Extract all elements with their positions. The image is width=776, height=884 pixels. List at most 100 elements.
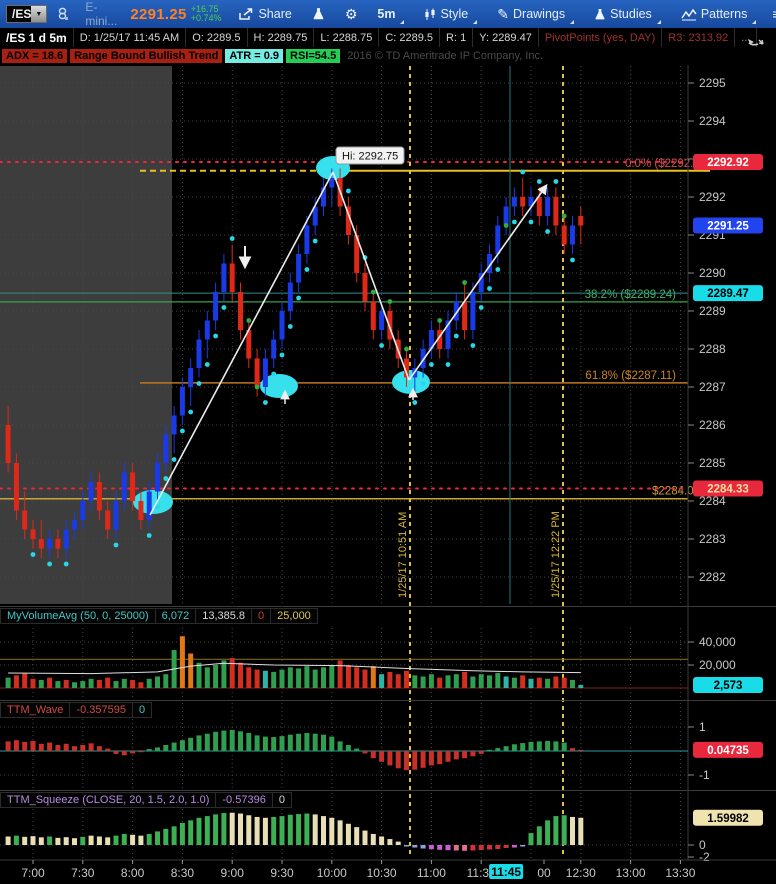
share-button[interactable]: Share [231,0,298,28]
svg-text:11:45: 11:45 [491,865,521,879]
vline-timestamp: 1/25/17 12:22 PM [550,511,562,598]
svg-text:00: 00 [537,866,551,880]
svg-text:1: 1 [699,720,706,734]
timeframe-dropdown[interactable]: 5m [370,0,411,28]
wave-study-label[interactable]: TTM_Wave [0,702,70,718]
svg-text:10:00: 10:00 [317,866,347,880]
svg-text:13:00: 13:00 [616,866,646,880]
gear-icon: ⚙ [345,7,358,21]
svg-text:2288: 2288 [699,342,726,356]
wave-value-2: 0 [132,702,152,718]
top-toolbar: /ES ▼ E-mini... 2291.25 +16.75 +0.74% [0,0,776,28]
svg-text:13:30: 13:30 [665,866,695,880]
study-chip-row: ADX = 18.6 Range Bound Bullish Trend ATR… [0,47,776,65]
vline-timestamp: 1/25/17 10:51 AM [397,512,409,598]
field-close: C: 2289.5 [379,28,440,47]
svg-text:2291.25: 2291.25 [707,221,749,233]
dropdown-caret [657,20,661,24]
svg-text:10:30: 10:30 [367,866,397,880]
chart-data-header: /ES 1 d 5m D: 1/25/17 11:45 AM O: 2289.5… [0,28,776,47]
svg-text:0.04735: 0.04735 [707,745,749,757]
field-date: D: 1/25/17 11:45 AM [74,28,186,47]
svg-text:8:00: 8:00 [121,866,145,880]
symbol-dropdown-caret[interactable]: ▼ [31,6,46,22]
svg-text:2292.92: 2292.92 [707,157,749,169]
volume-study-header: MyVolumeAvg (50, 0, 25000) 6,072 13,385.… [1,608,318,624]
volume-value-3: 0 [251,608,271,624]
adx-chip[interactable]: ADX = 18.6 [2,49,67,63]
chart-canvas[interactable]: 0.0% ($2292.69)38.2% ($2289.24)61.8% ($2… [0,65,776,884]
field-open: O: 2289.5 [186,28,247,47]
share-icon [238,8,254,21]
svg-text:11:00: 11:00 [417,866,446,880]
menu-icon: ≡ [772,7,776,21]
dropdown-caret [473,20,477,24]
field-range: R: 1 [440,28,473,47]
wave-value-1: -0.357595 [69,702,133,718]
link-button[interactable] [49,0,76,28]
trend-chip[interactable]: Range Bound Bullish Trend [70,49,222,63]
pivotpoints-study-label[interactable]: PivotPoints (yes, DAY) [539,28,662,47]
studies-dropdown[interactable]: Studies [587,0,668,28]
volume-study-label[interactable]: MyVolumeAvg (50, 0, 25000) [0,608,156,624]
trading-platform-window: /ES ▼ E-mini... 2291.25 +16.75 +0.74% [0,0,776,884]
dropdown-caret [570,20,574,24]
level-label: 61.8% ($2287.11) [585,370,676,382]
rsi-chip[interactable]: RSI=54.5 [286,49,340,63]
squeeze-study-label[interactable]: TTM_Squeeze (CLOSE, 20, 1.5, 2.0, 1.0) [0,792,216,808]
svg-text:2284.33: 2284.33 [707,483,749,495]
svg-text:8:30: 8:30 [171,866,195,880]
atr-chip[interactable]: ATR = 0.9 [225,49,283,63]
svg-text:2289: 2289 [699,304,726,318]
svg-text:2283: 2283 [699,532,726,546]
svg-text:12:30: 12:30 [566,866,596,880]
svg-text:2287: 2287 [699,380,726,394]
analyze-flask-icon [312,7,325,21]
level-label: 38.2% ($2289.24) [585,289,677,301]
svg-text:-2: -2 [699,850,710,864]
chart-menu-button[interactable]: ≡ [769,0,776,28]
chart-title: /ES 1 d 5m [0,28,74,47]
style-candles-icon [424,8,436,21]
volume-value-2: 13,385.8 [195,608,252,624]
copyright-text: 2016 © TD Ameritrade IP Company, Inc. [347,50,543,62]
settings-button[interactable]: ⚙ [338,0,365,28]
squeeze-value-2: 0 [272,792,292,808]
resize-icon[interactable] [746,33,766,49]
svg-text:20,000: 20,000 [699,658,736,672]
last-price: 2291.25 [130,6,186,23]
svg-text:2294: 2294 [699,114,726,128]
symbol-description: E-mini... [78,0,124,28]
svg-text:2282: 2282 [699,570,726,584]
level-label: $2284.06 [652,486,700,498]
pencil-icon: ✎ [497,7,509,21]
svg-text:2,573: 2,573 [714,680,743,692]
svg-text:2286: 2286 [699,418,726,432]
volume-value-1: 6,072 [155,608,197,624]
dropdown-caret [400,20,404,24]
svg-text:Hi: 2292.75: Hi: 2292.75 [342,151,398,163]
svg-text:1.59982: 1.59982 [707,813,749,825]
field-low: L: 2288.75 [314,28,379,47]
svg-text:7:30: 7:30 [71,866,95,880]
svg-text:7:00: 7:00 [21,866,45,880]
svg-text:2290: 2290 [699,266,726,280]
symbol-input[interactable]: /ES ▼ [6,5,47,23]
field-y: Y: 2289.47 [473,28,539,47]
patterns-dropdown[interactable]: Patterns [674,0,764,28]
svg-text:9:30: 9:30 [270,866,294,880]
svg-text:2289.47: 2289.47 [707,288,749,300]
symbol-value: /ES [7,7,31,21]
drawings-dropdown[interactable]: ✎ Drawings [490,0,581,28]
patterns-wave-icon [681,8,697,21]
field-high: H: 2289.75 [248,28,315,47]
style-dropdown[interactable]: Style [417,0,484,28]
timeframe-value: 5m [377,7,395,21]
link-icon [56,7,69,21]
squeeze-study-header: TTM_Squeeze (CLOSE, 20, 1.5, 2.0, 1.0) -… [1,792,292,808]
pivot-r3-value: R3: 2313.92 [662,28,735,47]
squeeze-value-1: -0.57396 [215,792,272,808]
last-price-group: 2291.25 +16.75 +0.74% [126,0,225,28]
analyze-button[interactable] [305,0,332,28]
svg-text:2295: 2295 [699,76,726,90]
